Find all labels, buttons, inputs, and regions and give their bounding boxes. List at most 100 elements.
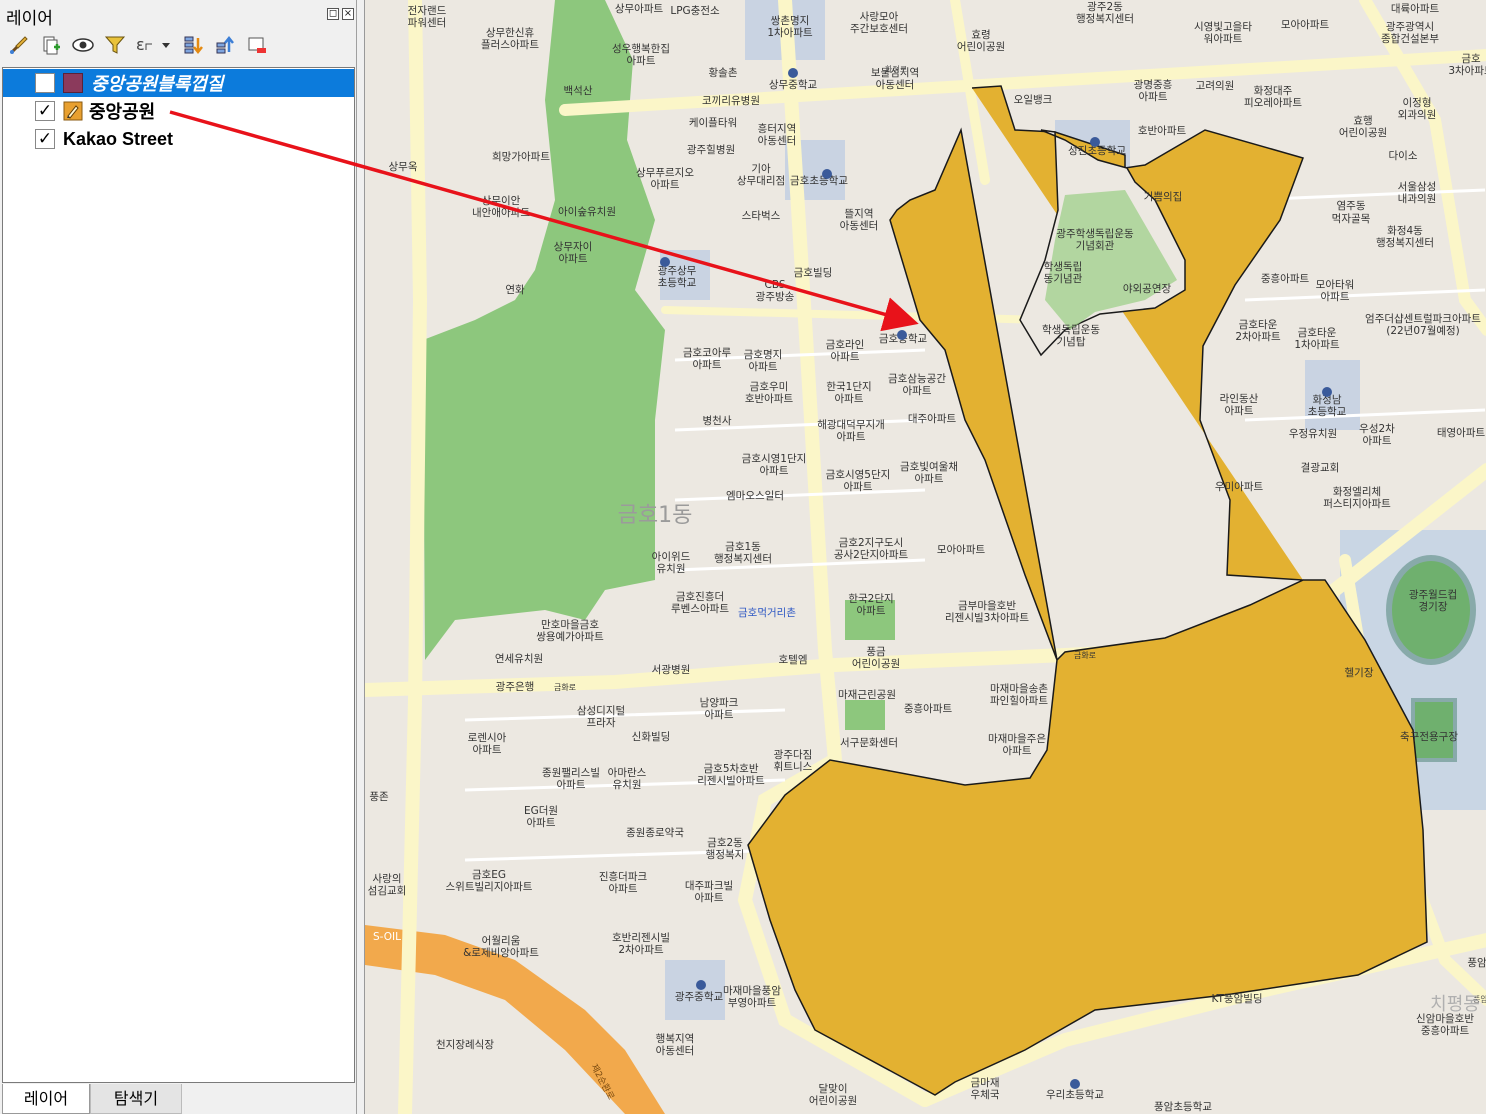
edit-pencil-icon [63,101,83,121]
map-canvas[interactable]: 전자랜드 파워센터 상무아파트 LPG충전소 쌍촌명지 1차아파트 사랑모아 주… [364,0,1486,1114]
map-label: 워아파트 [1204,32,1243,45]
map-label: 금호2지구도시 [839,537,904,549]
map-label: 금호초등학교 [790,175,848,187]
map-label: 경기장 [1419,600,1448,613]
map-label: 화정엘리체 [1333,485,1381,498]
tab-layers[interactable]: 레이어 [2,1084,90,1114]
district-label: 금호1동 [618,503,693,528]
map-label: 아파트 [627,55,656,67]
map-label: 퍼스티지아파트 [1323,498,1391,510]
map-label: 금호먹거리촌 [738,607,796,619]
map-label: 섬김교회 [368,885,407,897]
layer-row-street[interactable]: ✓ Kakao Street [3,125,354,153]
map-label: 해광대덕무지개 [817,418,885,431]
map-label: 아파트 [1363,435,1392,447]
map-label: 아파트 [695,892,724,904]
map-label: 아파트 [835,393,864,405]
map-label: 모아아파트 [937,544,986,556]
filter-icon[interactable] [102,32,128,58]
layer-checkbox-checked[interactable]: ✓ [35,129,55,149]
road-label: 화정로 [885,64,907,74]
map-label: 아이숲유치원 [558,206,616,218]
map-label: 아동센터 [840,220,879,232]
map-label: 금호코아루 [683,347,732,359]
map-label: 로렌시아 [468,732,507,744]
map-label: 진흥더파크 [599,870,648,883]
map-label: 행정복지센터 [1076,13,1134,25]
map-label: 상무한신휴 [486,27,535,39]
map-label: 화정대주 [1254,85,1293,97]
map-label: 아파트 [837,431,866,443]
map-label: 금호EG [472,869,506,881]
map-label: 한국2단지 [848,593,893,605]
map-label: 태영아파트 [1437,427,1486,439]
map-label: 호반아파트 [745,393,794,405]
map-label: 대주아파트 [908,413,957,425]
layer-checkbox-checked[interactable]: ✓ [35,101,55,121]
map-label: 아파트 [1225,405,1254,417]
map-label: 아파트 [857,605,886,617]
map-label: 2차아파트 [618,944,664,956]
map-label: 금호라인 [826,339,865,351]
map-label: 이정형 [1403,97,1432,109]
map-label: 만호마을금호 [541,619,599,631]
add-group-icon[interactable] [38,32,64,58]
expand-all-icon[interactable] [180,32,206,58]
eye-visibility-icon[interactable] [70,32,96,58]
map-label: 광주광역시 [1386,21,1434,33]
map-label: 연화 [505,284,525,296]
map-label: 광주은행 [496,681,535,693]
map-label: 아동센터 [876,79,915,91]
map-label: 성진초등학교 [1068,145,1126,157]
map-label: 사랑의 [373,873,402,885]
float-icon[interactable]: ◻ [327,8,339,20]
map-label: 금호빛여울채 [900,461,958,473]
map-label: 루벤스아파트 [671,603,729,615]
collapse-all-icon[interactable] [212,32,238,58]
map-label: 코끼리유병원 [702,95,760,107]
layer-row-park[interactable]: ✓ 중앙공원 [3,97,354,125]
map-label: 1차아파트 [1294,339,1340,351]
map-label: 금호시영1단지 [742,453,807,465]
map-label: 어린이공원 [809,1095,857,1107]
svg-text:ε: ε [136,35,145,54]
map-label: 아이위드 [652,550,691,563]
layer-row-boundary[interactable]: 중앙공원블록껍질 [3,69,354,97]
map-label: 쌍용예가아파트 [536,630,604,643]
map-label: 우체국 [971,1089,1000,1101]
poi-icon [822,169,832,179]
map-label: 행정복지센터 [714,553,772,565]
map-label: 초등학교 [1308,406,1347,418]
map-label: 주간보호센터 [850,23,908,35]
map-label: 중흥아파트 [904,702,953,715]
map-label: 어린이공원 [852,658,900,670]
style-brush-icon[interactable] [6,32,32,58]
map-label: 호텔엠 [779,654,808,666]
map-label: 전자랜드 [408,5,447,17]
map-label: 내과의원 [1398,193,1437,205]
map-label: 사랑모아 [860,11,899,23]
layer-checkbox-unchecked[interactable] [35,73,55,93]
close-icon[interactable]: × [342,8,354,20]
map-label: 아파트 [559,253,588,265]
map-label: 행정복지센터 [1376,237,1434,249]
remove-layer-icon[interactable] [244,32,270,58]
layer-name: Kakao Street [63,128,174,149]
map-label: 파인힐아파트 [990,694,1048,707]
map-label: 기념회관 [1076,240,1115,252]
map-label: 신화빌딩 [632,731,671,743]
park-area [845,700,885,730]
map-label: 아파트 [760,465,789,477]
map-label: 아파트 [473,744,502,756]
map-label: 기념탑 [1057,336,1086,348]
map-label: 아파트 [844,481,873,493]
map-label: 상무이안 [482,195,521,207]
expression-filter-icon[interactable]: ε [134,32,174,58]
map-label: 공사2단지아파트 [834,549,909,561]
map-label: 금호우미 [750,381,789,393]
map-label: 아파트 [749,361,778,373]
map-label: 우리초등학교 [1046,1089,1104,1101]
map-label: 광주중학교 [675,991,724,1003]
map-label: 라인동산 [1220,393,1259,405]
tab-browser[interactable]: 탐색기 [90,1084,182,1114]
